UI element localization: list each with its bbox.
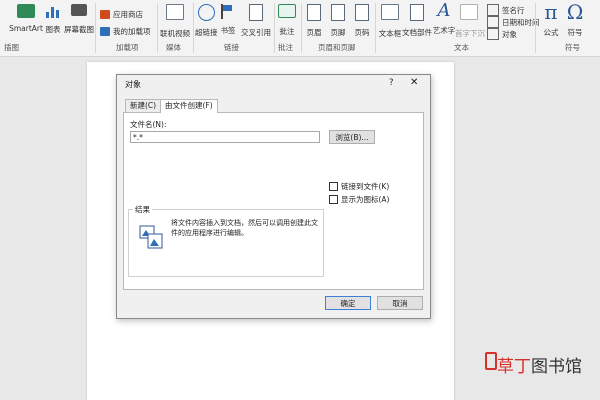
- footer-button[interactable]: 页脚: [328, 4, 348, 38]
- comments-group-label: 批注: [278, 43, 293, 52]
- group-separator: [375, 3, 376, 53]
- tab-from-file[interactable]: 由文件创建(F): [160, 99, 218, 113]
- browse-button[interactable]: 浏览(B)...: [329, 130, 375, 144]
- watermark: 草丁图书馆: [497, 357, 582, 377]
- text-group-label: 文本: [454, 43, 469, 52]
- header-button[interactable]: 页眉: [304, 4, 324, 38]
- header-footer-group-label: 页眉和页脚: [318, 43, 356, 52]
- textbox-icon: [381, 4, 399, 20]
- addins-group-label: 加载项: [116, 43, 139, 52]
- links-group-label: 链接: [224, 43, 239, 52]
- textbox-button[interactable]: 文本框: [377, 4, 403, 39]
- wordart-icon: A: [437, 0, 451, 21]
- bookmark-button[interactable]: 书签: [220, 4, 236, 36]
- comment-icon: [278, 4, 296, 18]
- group-separator: [95, 3, 96, 53]
- symbols-group-label: 符号: [565, 43, 580, 52]
- wordart-button[interactable]: A 艺术字: [432, 2, 456, 36]
- crossref-icon: [249, 4, 263, 21]
- chart-icon: [45, 4, 61, 18]
- bookmark-flag-icon: [221, 4, 235, 19]
- embedded-object-icon: [139, 225, 163, 249]
- omega-icon: Ω: [566, 0, 584, 24]
- document-parts-button[interactable]: 文档部件: [402, 4, 432, 38]
- symbol-button[interactable]: Ω 符号: [564, 2, 586, 38]
- my-addins-button[interactable]: 我的加载项: [100, 26, 151, 37]
- close-button[interactable]: ✕: [410, 77, 418, 88]
- object-icon: [487, 28, 499, 40]
- addins-icon: [100, 27, 110, 36]
- footer-icon: [331, 4, 345, 21]
- camera-icon: [71, 4, 87, 16]
- result-title: 结果: [133, 204, 152, 215]
- group-separator: [274, 3, 275, 53]
- checkbox-box[interactable]: [329, 182, 338, 191]
- store-icon: [100, 10, 110, 19]
- page-number-button[interactable]: 页码: [352, 4, 372, 38]
- checkbox-box[interactable]: [329, 195, 338, 204]
- pi-icon: π: [544, 0, 558, 24]
- result-groupbox: 结果 将文件内容插入到文档，然后可以调用创建此文件的应用程序进行编辑。: [128, 204, 324, 277]
- watermark-logo-icon: [485, 352, 497, 370]
- filename-label: 文件名(N):: [130, 120, 167, 129]
- result-description: 将文件内容插入到文档，然后可以调用创建此文件的应用程序进行编辑。: [171, 219, 318, 237]
- tab-new[interactable]: 新建(C): [125, 99, 162, 112]
- display-as-icon-checkbox[interactable]: 显示为图标(A): [329, 194, 389, 205]
- dialog-title: 对象: [125, 80, 141, 89]
- smartart-icon: [17, 4, 35, 18]
- cancel-button[interactable]: 取消: [377, 296, 423, 310]
- screenshot-button[interactable]: 屏幕截图: [62, 4, 96, 35]
- help-button[interactable]: ?: [389, 78, 394, 88]
- document-parts-icon: [410, 4, 424, 21]
- dropcap-icon: [460, 4, 478, 20]
- app-store-button[interactable]: 应用商店: [100, 9, 143, 20]
- globe-icon: [197, 4, 215, 21]
- signature-icon: [487, 4, 499, 16]
- from-file-panel: 文件名(N): *.* 浏览(B)... 链接到文件(K) 显示为图标(A) 结…: [123, 112, 424, 290]
- object-button[interactable]: 对象: [487, 28, 517, 40]
- group-separator: [535, 3, 536, 53]
- group-separator: [301, 3, 302, 53]
- equation-button[interactable]: π 公式: [538, 2, 564, 38]
- group-separator: [157, 3, 158, 53]
- link-to-file-checkbox[interactable]: 链接到文件(K): [329, 181, 389, 192]
- object-dialog: 对象 ? ✕ 新建(C) 由文件创建(F) 文件名(N): *.* 浏览(B).…: [116, 74, 431, 319]
- group-separator: [193, 3, 194, 53]
- comment-button[interactable]: 批注: [277, 4, 297, 37]
- video-icon: [166, 4, 184, 20]
- dropcap-button[interactable]: 首字下沉: [455, 4, 485, 39]
- hyperlink-button[interactable]: 超链接: [195, 4, 218, 38]
- ribbon: SmartArt 图表 屏幕截图 插图 应用商店 我的加载项 加载项 联机视频 …: [0, 0, 600, 57]
- online-video-button[interactable]: 联机视频: [160, 4, 190, 39]
- header-icon: [307, 4, 321, 21]
- crossref-button[interactable]: 交叉引用: [240, 4, 272, 38]
- media-group-label: 媒体: [166, 43, 181, 52]
- illustrations-group-label: 插图: [4, 43, 19, 52]
- page-number-icon: [355, 4, 369, 21]
- filename-input[interactable]: *.*: [130, 131, 320, 143]
- date-time-button[interactable]: 日期和时间: [487, 16, 540, 28]
- calendar-icon: [487, 16, 499, 28]
- ok-button[interactable]: 确定: [325, 296, 371, 310]
- signature-line-button[interactable]: 签名行: [487, 4, 525, 16]
